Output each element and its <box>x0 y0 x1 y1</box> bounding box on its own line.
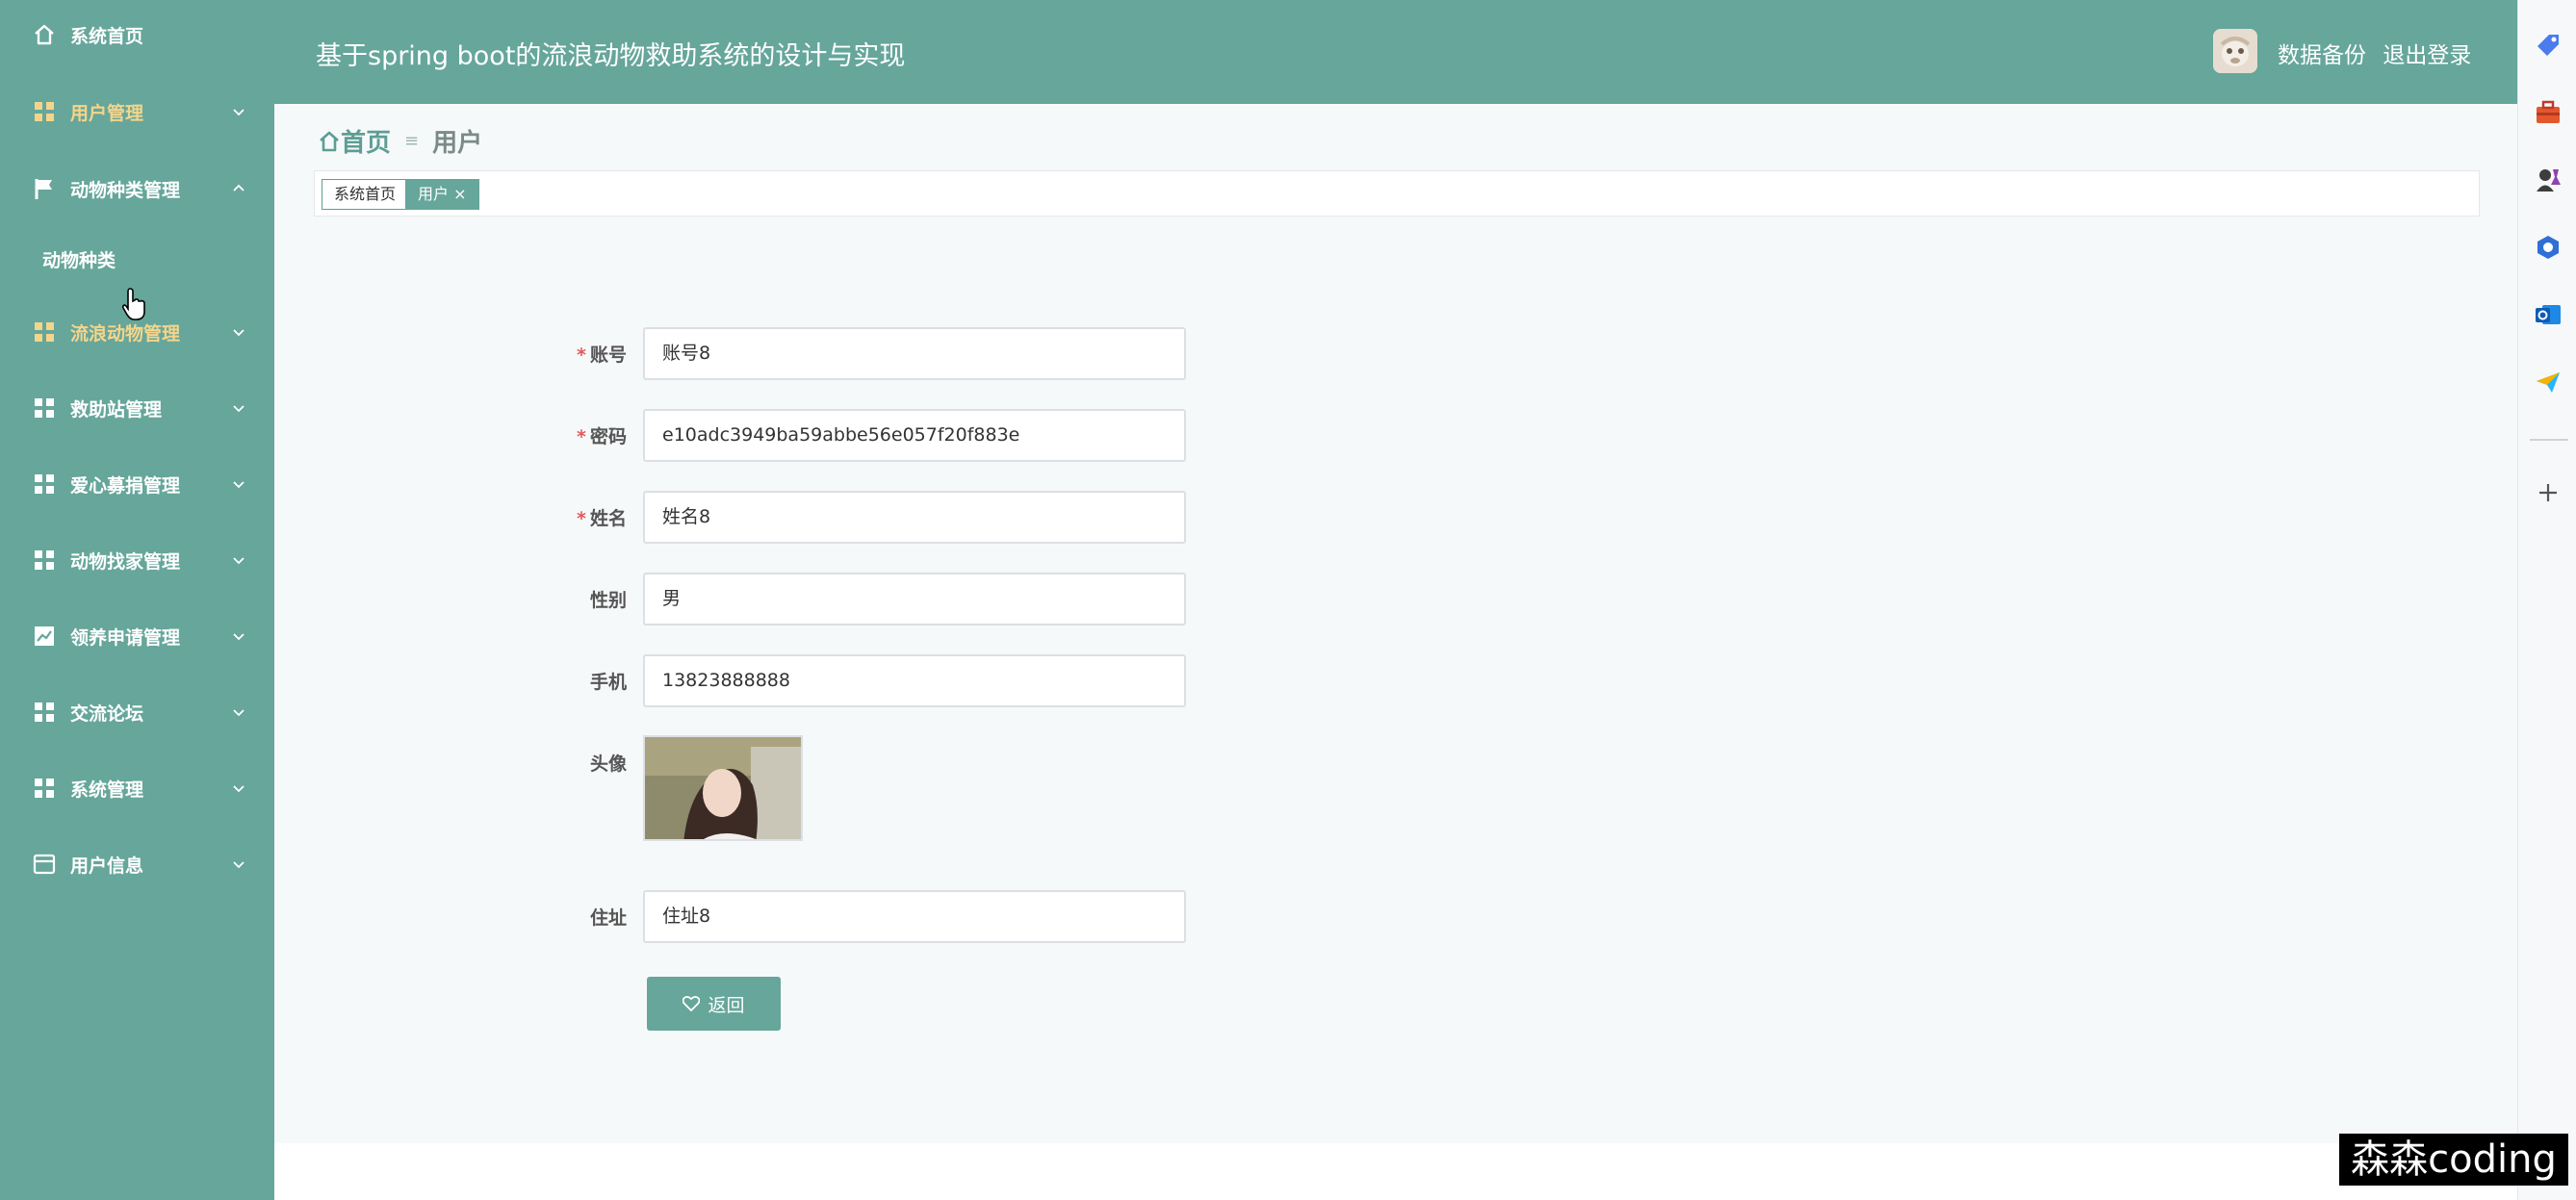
grid-icon <box>32 548 57 573</box>
chevron-down-icon <box>233 861 245 869</box>
phone-field[interactable]: 13823888888 <box>643 654 1186 707</box>
sidebar-item-system-management[interactable]: 系统管理 <box>0 759 274 817</box>
breadcrumb-home[interactable]: 首页 <box>341 123 391 159</box>
sidebar-item-label: 动物种类管理 <box>70 179 181 201</box>
sidebar-subitem-animal-category[interactable]: 动物种类 <box>0 233 274 285</box>
backup-link[interactable]: 数据备份 <box>2278 43 2366 68</box>
tag-home[interactable]: 系统首页 <box>322 179 409 210</box>
outlook-icon[interactable] <box>2534 300 2563 329</box>
sidebar-item-animal-category-management[interactable]: 动物种类管理 <box>0 160 274 217</box>
back-button[interactable]: 返回 <box>647 977 781 1031</box>
breadcrumb-separator-icon: ≡ <box>404 131 420 151</box>
account-field[interactable]: 账号8 <box>643 327 1186 380</box>
chevron-down-icon <box>233 785 245 793</box>
chevron-down-icon <box>233 329 245 337</box>
sidebar-item-label: 救助站管理 <box>70 398 163 421</box>
name-field[interactable]: 姓名8 <box>643 491 1186 544</box>
card-icon <box>32 852 57 877</box>
toolbox-icon[interactable] <box>2534 98 2563 127</box>
header-links: 数据备份 退出登录 <box>2278 37 2481 69</box>
hand-cursor-icon <box>122 288 145 320</box>
sidebar-item-label: 用户管理 <box>70 102 144 124</box>
sidebar-item-label: 系统首页 <box>70 25 144 47</box>
chevron-down-icon <box>233 405 245 413</box>
add-icon[interactable] <box>2534 478 2563 507</box>
avatar[interactable] <box>2213 29 2257 73</box>
password-field[interactable]: e10adc3949ba59abbe56e057f20f883e <box>643 409 1186 462</box>
password-label: * 密码 <box>453 422 627 448</box>
copilot-icon[interactable] <box>2534 233 2563 262</box>
account-label-text: 账号 <box>589 345 627 366</box>
breadcrumb-current: 用户 <box>432 129 483 158</box>
phone-label: 手机 <box>589 672 627 693</box>
breadcrumb: 首页 ≡ 用户 <box>318 123 482 159</box>
heart-icon <box>683 996 701 1011</box>
sidebar-item-user-info[interactable]: 用户信息 <box>0 835 274 893</box>
chevron-down-icon <box>233 709 245 717</box>
sidebar-item-animal-home-management[interactable]: 动物找家管理 <box>0 531 274 589</box>
sidebar: 系统首页 用户管理 动物种类管理 动物种类 流浪动物管理 救助站管理 爱心募捐管… <box>0 0 274 1200</box>
chevron-down-icon <box>233 557 245 565</box>
browser-side-toolbar <box>2517 0 2576 1200</box>
flag-icon <box>32 176 57 201</box>
sidebar-subitem-label: 动物种类 <box>42 249 116 271</box>
grid-icon <box>32 700 57 725</box>
grid-icon <box>32 99 57 124</box>
footer-area <box>274 1143 2517 1200</box>
grid-icon <box>32 319 57 345</box>
main-content: 首页 ≡ 用户 系统首页 用户 × * 账号 账号8 * 密码 e10adc3949… <box>274 104 2517 1143</box>
back-button-label: 返回 <box>708 994 745 1016</box>
watermark: 森森coding <box>2339 1134 2568 1186</box>
chess-icon[interactable] <box>2534 166 2563 194</box>
avatar-image[interactable] <box>643 735 803 841</box>
logout-link[interactable]: 退出登录 <box>2383 43 2471 68</box>
address-label: 住址 <box>589 907 627 929</box>
required-mark: * <box>577 508 586 529</box>
chevron-up-icon <box>233 184 245 191</box>
name-label: * 姓名 <box>453 504 627 530</box>
gender-label: 性别 <box>589 590 627 611</box>
sidebar-item-forum[interactable]: 交流论坛 <box>0 683 274 741</box>
sidebar-item-label: 流浪动物管理 <box>70 322 181 345</box>
sidebar-item-rescue-station-management[interactable]: 救助站管理 <box>0 379 274 437</box>
home-icon <box>32 22 57 47</box>
sidebar-item-donation-management[interactable]: 爱心募捐管理 <box>0 455 274 513</box>
sidebar-item-label: 系统管理 <box>70 779 144 801</box>
chevron-down-icon <box>233 109 245 116</box>
sidebar-item-label: 动物找家管理 <box>70 550 181 573</box>
password-label-text: 密码 <box>589 426 627 447</box>
home-icon <box>320 131 339 151</box>
required-mark: * <box>577 345 586 366</box>
grid-icon <box>32 396 57 421</box>
sidebar-item-label: 交流论坛 <box>70 702 144 725</box>
sidebar-item-home[interactable]: 系统首页 <box>0 6 274 64</box>
name-label-text: 姓名 <box>589 508 627 529</box>
app-root: 系统首页 用户管理 动物种类管理 动物种类 流浪动物管理 救助站管理 爱心募捐管… <box>0 0 2576 1200</box>
sidebar-item-label: 领养申请管理 <box>70 626 181 649</box>
tags-view: 系统首页 用户 × <box>314 170 2480 217</box>
gender-field[interactable]: 男 <box>643 573 1186 626</box>
sidebar-item-user-management[interactable]: 用户管理 <box>0 83 274 140</box>
required-mark: * <box>577 426 586 447</box>
avatar-label: 头像 <box>589 753 627 775</box>
top-header: 基于spring boot的流浪动物救助系统的设计与实现 数据备份 退出登录 <box>274 0 2517 104</box>
account-label: * 账号 <box>453 341 627 367</box>
chart-icon <box>32 624 57 649</box>
sidebar-item-adoption-application-management[interactable]: 领养申请管理 <box>0 607 274 665</box>
toolbar-divider <box>2530 439 2568 441</box>
sidebar-item-label: 爱心募捐管理 <box>70 474 181 497</box>
tag-icon[interactable] <box>2534 31 2563 60</box>
tag-user-active[interactable]: 用户 × <box>405 179 479 210</box>
grid-icon <box>32 776 57 801</box>
page-title: 基于spring boot的流浪动物救助系统的设计与实现 <box>316 41 906 71</box>
sidebar-item-label: 用户信息 <box>70 855 144 877</box>
send-icon[interactable] <box>2534 368 2563 396</box>
chevron-down-icon <box>233 633 245 641</box>
address-field[interactable]: 住址8 <box>643 890 1186 943</box>
grid-icon <box>32 472 57 497</box>
chevron-down-icon <box>233 481 245 489</box>
